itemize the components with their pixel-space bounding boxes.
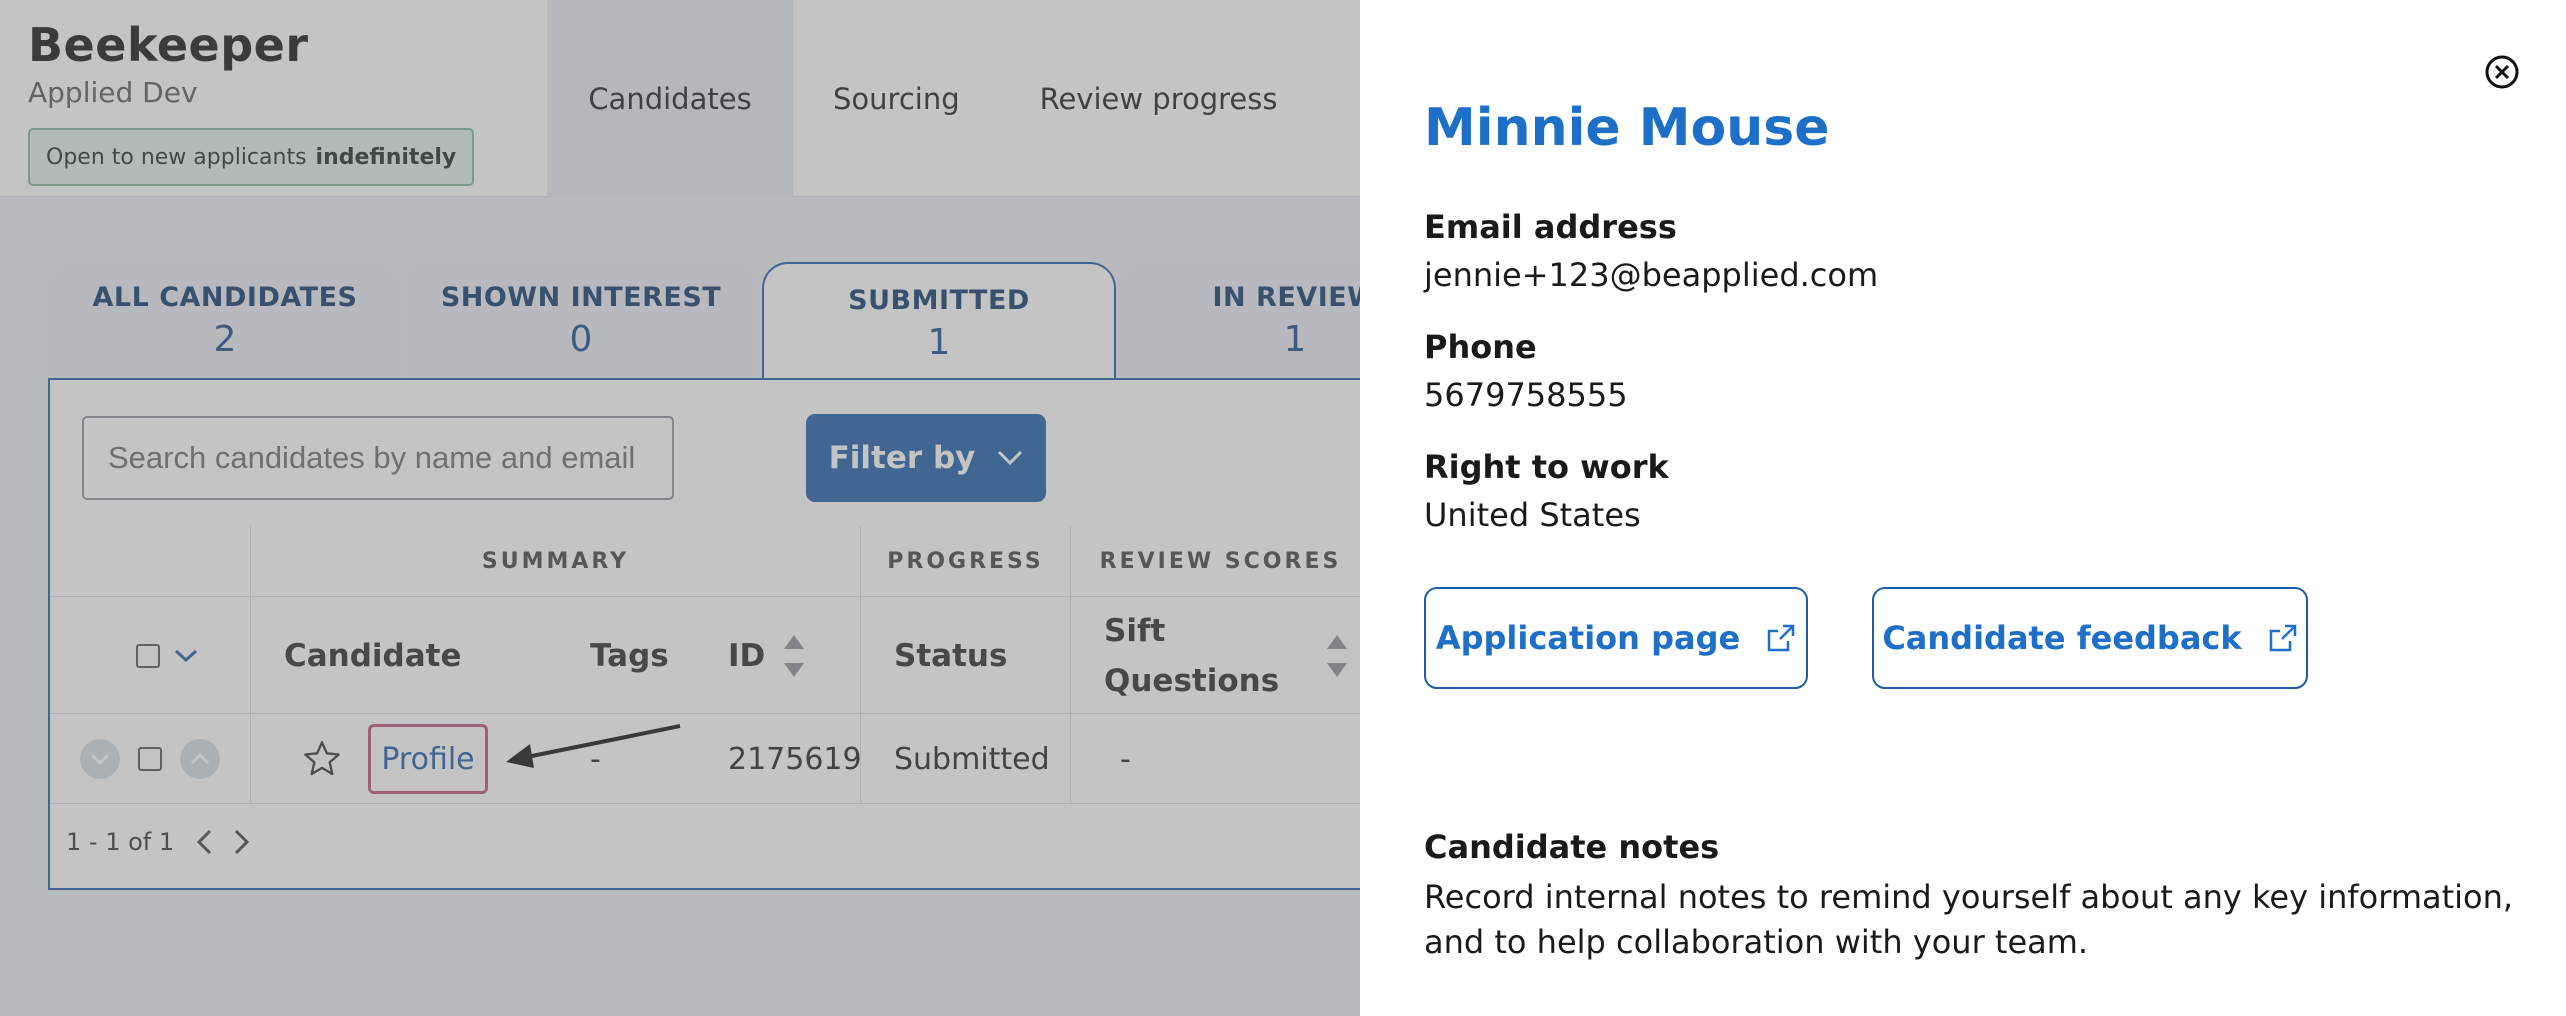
right-to-work-label: Right to work xyxy=(1424,448,1669,486)
candidate-details-drawer: Minnie Mouse Email address jennie+123@be… xyxy=(1360,0,2566,1016)
tab-submitted[interactable]: SUBMITTED 1 xyxy=(762,262,1116,384)
tab-count: 2 xyxy=(213,319,237,360)
tab-count: 1 xyxy=(927,322,951,363)
external-link-icon xyxy=(1767,624,1795,652)
search-input[interactable]: Search candidates by name and email xyxy=(82,416,674,500)
phone-value: 5679758555 xyxy=(1424,376,1628,414)
open-status-badge[interactable]: Open to new applicants indefinitely xyxy=(28,128,475,186)
chevron-left-icon[interactable] xyxy=(196,829,212,855)
chevron-down-icon xyxy=(998,450,1023,466)
chevron-down-icon[interactable] xyxy=(174,649,198,663)
email-value: jennie+123@beapplied.com xyxy=(1424,256,1879,294)
tab-label: SUBMITTED xyxy=(848,285,1030,316)
org-title: Beekeeper xyxy=(28,18,309,72)
select-all-checkbox[interactable] xyxy=(136,644,160,668)
column-status: Status xyxy=(894,638,1008,674)
application-page-button[interactable]: Application page xyxy=(1424,587,1808,689)
table-header-row: Candidate Tags ID Status Sift Questions xyxy=(50,596,1550,714)
filter-by-button[interactable]: Filter by xyxy=(806,414,1046,502)
candidate-notes-label: Candidate notes xyxy=(1424,828,1720,866)
application-page-label: Application page xyxy=(1435,619,1741,657)
open-status-prefix: Open to new applicants xyxy=(46,144,307,170)
row-status: Submitted xyxy=(894,741,1050,777)
group-header-review-scores: REVIEW SCORES xyxy=(1070,526,1370,596)
move-down-icon[interactable] xyxy=(80,739,120,779)
tab-all-candidates[interactable]: ALL CANDIDATES 2 xyxy=(48,262,402,380)
column-sift-questions: Sift Questions xyxy=(1104,613,1280,699)
tab-label: IN REVIEW xyxy=(1212,282,1378,313)
row-select[interactable] xyxy=(138,714,162,804)
tab-label: SHOWN INTEREST xyxy=(440,282,722,313)
tab-label: ALL CANDIDATES xyxy=(92,282,358,313)
candidate-feedback-label: Candidate feedback xyxy=(1882,619,2242,657)
nav-tab-sourcing[interactable]: Sourcing xyxy=(793,0,1000,197)
move-up-icon[interactable] xyxy=(180,739,220,779)
column-candidate: Candidate xyxy=(284,638,462,674)
chevron-right-icon[interactable] xyxy=(234,829,250,855)
candidate-notes-help: Record internal notes to remind yourself… xyxy=(1424,878,2514,961)
select-all-control[interactable] xyxy=(136,597,198,715)
sort-icon[interactable] xyxy=(1326,633,1348,679)
move-up-control[interactable] xyxy=(180,714,220,804)
tab-count: 0 xyxy=(569,319,593,360)
main-nav: Candidates Sourcing Review progress In xyxy=(547,0,1424,197)
row-sift-questions: - xyxy=(1120,741,1131,777)
table-row: Profile - 2175619 Submitted - xyxy=(50,714,1550,804)
row-tags: - xyxy=(590,741,601,777)
column-id[interactable]: ID xyxy=(728,597,805,715)
candidate-feedback-button[interactable]: Candidate feedback xyxy=(1872,587,2308,689)
favorite-control[interactable] xyxy=(302,714,342,804)
email-label: Email address xyxy=(1424,208,1677,246)
profile-link[interactable]: Profile xyxy=(368,724,488,794)
phone-label: Phone xyxy=(1424,328,1537,366)
filter-by-label: Filter by xyxy=(828,440,976,476)
column-sift-sort[interactable] xyxy=(1326,597,1348,715)
column-tags: Tags xyxy=(590,638,669,674)
pagination: 1 - 1 of 1 xyxy=(66,828,250,856)
nav-tab-candidates[interactable]: Candidates xyxy=(547,0,793,197)
external-link-icon xyxy=(2269,624,2296,652)
tab-count: 1 xyxy=(1283,319,1307,360)
row-id: 2175619 xyxy=(728,741,862,777)
pagination-range: 1 - 1 of 1 xyxy=(66,828,175,856)
right-to-work-value: United States xyxy=(1424,496,1641,534)
candidate-name: Minnie Mouse xyxy=(1424,98,1830,158)
org-subtitle: Applied Dev xyxy=(28,76,198,109)
group-header-progress: PROGRESS xyxy=(860,526,1070,596)
group-header-summary: SUMMARY xyxy=(250,526,860,596)
tab-shown-interest[interactable]: SHOWN INTEREST 0 xyxy=(404,262,758,380)
open-status-value: indefinitely xyxy=(315,144,457,170)
move-down-control[interactable] xyxy=(80,714,120,804)
column-id-label: ID xyxy=(728,638,766,674)
sort-icon[interactable] xyxy=(783,633,805,679)
star-icon[interactable] xyxy=(302,739,342,779)
candidates-table-panel: Search candidates by name and email Filt… xyxy=(48,378,1550,890)
close-icon[interactable] xyxy=(2484,54,2520,90)
nav-tab-review-progress[interactable]: Review progress xyxy=(1000,0,1318,197)
row-checkbox[interactable] xyxy=(138,747,162,771)
